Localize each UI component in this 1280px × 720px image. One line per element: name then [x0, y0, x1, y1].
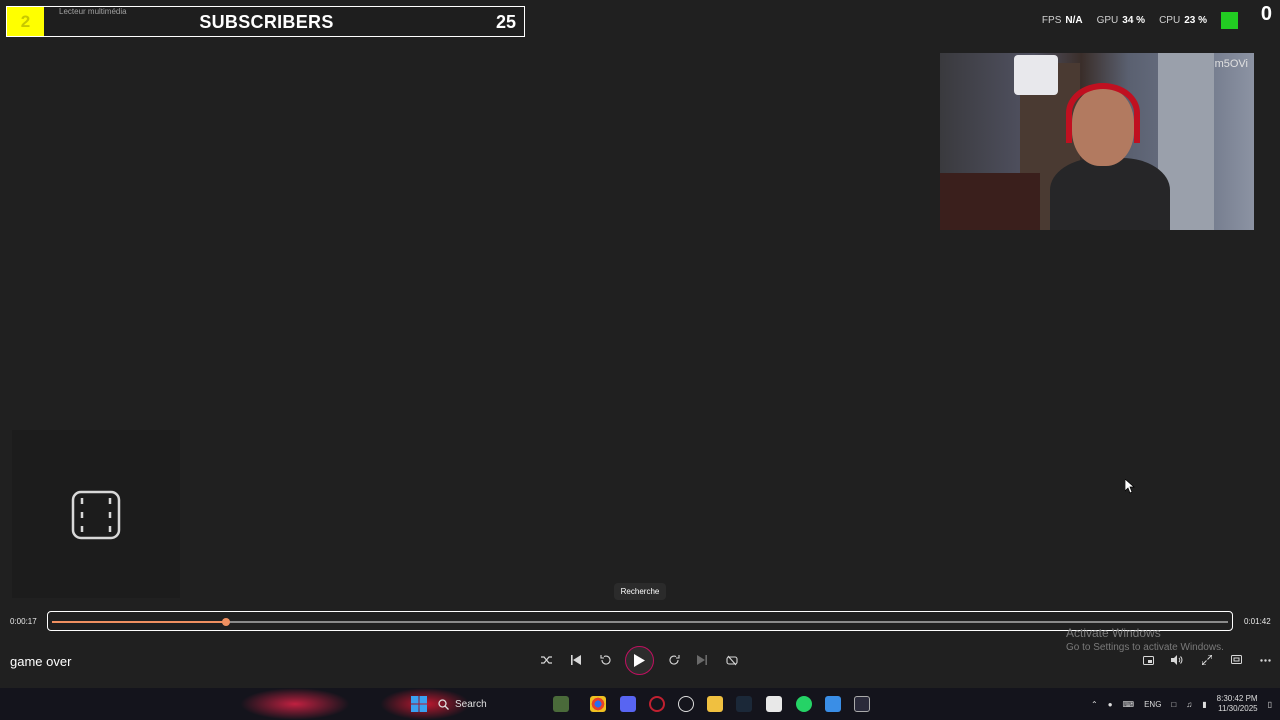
next-button[interactable] — [693, 651, 711, 669]
rewind-button[interactable] — [596, 651, 614, 669]
stat-label: FPS — [1041, 15, 1062, 26]
webcam-person-body — [1050, 158, 1170, 230]
watermark-line1: Activate Windows — [1066, 626, 1161, 640]
previous-icon — [571, 655, 581, 665]
wallpaper-glow — [240, 688, 350, 720]
stat-value: 34 % — [1122, 15, 1146, 26]
stat-value: 23 % — [1184, 15, 1207, 26]
seek-fill — [52, 621, 227, 623]
film-icon — [71, 490, 121, 540]
current-time: 0:00:17 — [10, 617, 37, 626]
game-app-icon[interactable] — [553, 696, 569, 712]
microphone-icon[interactable]: ● — [1108, 700, 1113, 709]
search-icon — [438, 698, 449, 710]
chevron-up-icon[interactable]: ⌃ — [1091, 700, 1098, 709]
network-icon[interactable]: □ — [1171, 700, 1176, 709]
fullscreen-button[interactable] — [1198, 651, 1216, 669]
webcam-headset — [1066, 83, 1140, 143]
forward-button[interactable] — [665, 651, 683, 669]
cast-button[interactable] — [1227, 651, 1245, 669]
next-icon — [697, 655, 707, 665]
fullscreen-icon — [1202, 655, 1212, 665]
battery-icon[interactable]: ▮ — [1202, 700, 1206, 709]
volume-button[interactable] — [1168, 651, 1186, 669]
mouse-cursor-icon — [1125, 479, 1135, 494]
system-tray: ⌃ ● ⌨ ENG □ ♫ ▮ 8:30:42 PM 11/30/2025 ▯ — [1091, 694, 1272, 714]
file-explorer-icon[interactable] — [707, 696, 723, 712]
notification-icon[interactable]: ▯ — [1268, 700, 1272, 709]
chatgpt-icon[interactable] — [678, 696, 694, 712]
stat-cpu: CPU 23 % — [1159, 15, 1207, 26]
stat-value: N/A — [1065, 15, 1083, 26]
discord-icon[interactable] — [620, 696, 636, 712]
miniplayer-icon — [1142, 655, 1154, 665]
shuffle-button[interactable] — [538, 651, 556, 669]
activate-windows-watermark: Activate Windows Go to Settings to activ… — [1066, 626, 1224, 653]
seek-bar[interactable] — [47, 611, 1233, 631]
stat-label: CPU — [1159, 15, 1181, 26]
shuffle-icon — [541, 656, 552, 664]
window-caption: 0 — [1260, 3, 1272, 25]
miniplayer-button[interactable] — [1139, 651, 1157, 669]
taskbar-search[interactable]: Search — [438, 696, 548, 712]
chrome-icon[interactable] — [590, 696, 606, 712]
windows-start-icon[interactable] — [411, 696, 427, 712]
stat-label: GPU — [1096, 15, 1119, 26]
previous-button[interactable] — [567, 651, 585, 669]
cast-icon — [1230, 655, 1242, 664]
store-icon[interactable] — [825, 696, 841, 712]
taskbar: Search ⌃ ● ⌨ ENG □ ♫ ▮ 8:30:42 PM 11/30/… — [0, 688, 1280, 720]
total-time: 0:01:42 — [1244, 617, 1271, 626]
webcam-watermark: m5OVi — [1214, 58, 1248, 70]
keyboard-icon[interactable]: ⌨ — [1123, 700, 1135, 709]
clock-date: 11/30/2025 — [1218, 704, 1258, 713]
opera-icon[interactable] — [649, 696, 665, 712]
webcam-shirt — [1014, 55, 1058, 95]
repeat-button[interactable] — [723, 651, 741, 669]
subscriber-count: 25 — [495, 12, 516, 32]
track-title: game over — [10, 654, 72, 669]
steam-icon[interactable] — [736, 696, 752, 712]
whatsapp-icon[interactable] — [796, 696, 812, 712]
subscriber-label: SUBSCRIBERS — [199, 12, 334, 32]
performance-stats: FPS N/A GPU 34 % CPU 23 % — [1042, 12, 1270, 29]
clock[interactable]: 8:30:42 PM 11/30/2025 — [1217, 694, 1258, 714]
volume-icon — [1171, 655, 1183, 665]
forward-30-icon — [668, 654, 680, 665]
album-thumbnail[interactable] — [12, 430, 180, 598]
play-icon — [634, 654, 645, 667]
search-label: Search — [455, 698, 487, 710]
more-icon — [1259, 658, 1271, 662]
speaker-icon[interactable]: ♫ — [1186, 700, 1192, 709]
subscriber-bar: 2 Lecteur multimédia SUBSCRIBERS 25 — [6, 6, 525, 37]
capcut-icon[interactable] — [766, 696, 782, 712]
more-button[interactable] — [1256, 651, 1274, 669]
stat-gpu: GPU 34 % — [1097, 15, 1145, 26]
play-button[interactable] — [625, 646, 654, 675]
seek-track — [52, 618, 1228, 626]
seek-tooltip: Recherche — [614, 583, 666, 600]
rewind-10-icon — [599, 654, 611, 665]
webcam-bed — [940, 173, 1040, 230]
language-indicator[interactable]: ENG — [1144, 700, 1161, 709]
seek-handle[interactable] — [222, 618, 231, 626]
media-player-taskbar-icon[interactable] — [854, 696, 870, 712]
green-logo-icon — [1221, 12, 1238, 29]
clock-time: 8:30:42 PM — [1216, 694, 1258, 703]
repeat-icon — [726, 655, 738, 665]
stat-fps: FPS N/A — [1042, 15, 1083, 26]
webcam-feed: m5OVi — [940, 53, 1254, 230]
